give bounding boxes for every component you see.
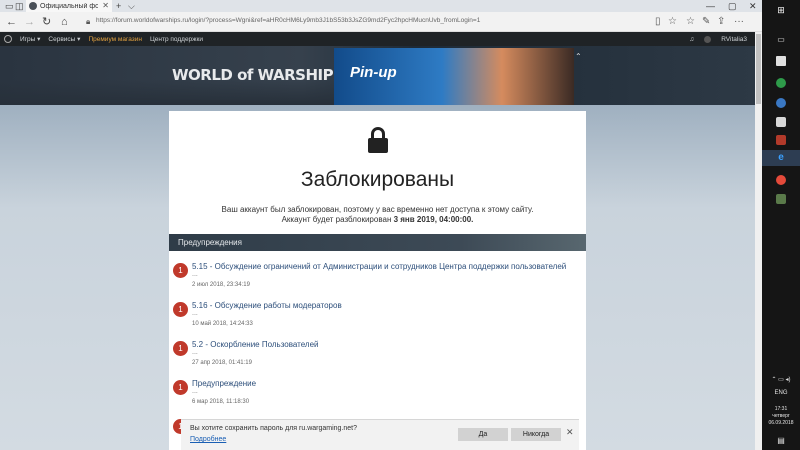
scrollbar-thumb[interactable] xyxy=(756,34,761,104)
language-indicator[interactable]: ENG xyxy=(762,390,800,396)
collapse-banner-icon[interactable]: ⌃ xyxy=(575,52,582,61)
close-prompt-icon[interactable]: ✕ xyxy=(566,427,574,438)
warning-link[interactable]: Предупреждение xyxy=(192,379,256,388)
notes-icon[interactable]: ✎ xyxy=(702,16,710,28)
clock-date: 06.09.2018 xyxy=(768,420,794,426)
forum-favicon-icon xyxy=(29,2,37,10)
close-window-icon[interactable]: ✕ xyxy=(749,0,757,12)
warning-date: 6 мар 2018, 11:18:30 xyxy=(192,399,250,405)
tab-title: Официальный форум xyxy=(40,2,98,10)
warning-date: 2 июл 2018, 23:34:19 xyxy=(192,282,250,288)
back-icon[interactable]: ← xyxy=(6,15,17,29)
warning-points-badge: 1 xyxy=(173,341,188,356)
tab-bar: ▭ ◫ Официальный форум ✕ + ⌵ — ▢ ✕ xyxy=(0,0,762,12)
warnings-header: Предупреждения xyxy=(169,234,586,251)
tab-preview-icon[interactable]: ▭ xyxy=(5,0,14,12)
save-password-never-button[interactable]: Никогда xyxy=(511,428,561,441)
save-password-prompt: Вы хотите сохранить пароль для ru.wargam… xyxy=(181,419,579,450)
action-center-icon[interactable]: ▤ xyxy=(762,436,800,445)
nav-support[interactable]: Центр поддержки xyxy=(150,36,203,43)
tabs-aside-icon[interactable]: ◫ xyxy=(15,0,24,12)
username[interactable]: RVitalia3 xyxy=(721,36,747,43)
forum-banner: WORLD of WARSHIPS Pin-up ⌃ xyxy=(0,46,755,105)
warning-link[interactable]: 5.2 - Оскорбление Пользователей xyxy=(192,340,319,349)
nav-services[interactable]: Сервисы ▾ xyxy=(48,35,80,43)
forward-icon[interactable]: → xyxy=(24,15,35,29)
list-item: 1 5.15 - Обсуждение ограничений от Админ… xyxy=(169,251,586,290)
warning-points-badge: 1 xyxy=(173,263,188,278)
minimize-icon[interactable]: — xyxy=(706,0,715,12)
share-icon[interactable]: ⇪ xyxy=(717,16,725,28)
address-bar: ← → ↻ ⌂ 🔒︎ https://forum.worldofwarships… xyxy=(0,12,762,32)
warning-points-badge: 1 xyxy=(173,380,188,395)
task-view-icon[interactable]: ▭ xyxy=(762,35,800,44)
clock-day: четверг xyxy=(772,413,790,419)
promo-logo: Pin-up xyxy=(350,64,397,81)
refresh-icon[interactable]: ↻ xyxy=(42,15,51,29)
list-item: 1 Предупреждение ... 6 мар 2018, 11:18:3… xyxy=(169,368,586,407)
padlock-icon xyxy=(368,127,388,153)
wows-logo[interactable]: WORLD of WARSHIPS xyxy=(172,66,344,84)
nav-user-area: ♫ RVitalia3 xyxy=(679,32,747,46)
tab-forum[interactable]: Официальный форум ✕ xyxy=(26,0,112,12)
warning-note: ... xyxy=(192,271,198,278)
documents-icon[interactable] xyxy=(776,117,786,127)
learn-more-link[interactable]: Подробнее xyxy=(190,436,226,443)
list-item: 1 5.2 - Оскорбление Пользователей ... 27… xyxy=(169,329,586,368)
new-tab-button[interactable]: + xyxy=(116,0,121,12)
steam-icon[interactable] xyxy=(776,98,786,108)
save-password-yes-button[interactable]: Да xyxy=(458,428,508,441)
tab-close-icon[interactable]: ✕ xyxy=(102,1,109,10)
save-password-question: Вы хотите сохранить пароль для ru.wargam… xyxy=(190,425,358,432)
lock-icon[interactable]: 🔒︎ xyxy=(86,16,90,28)
notifications-icon[interactable]: ♫ xyxy=(689,36,694,43)
warning-note: ... xyxy=(192,310,198,317)
edge-icon[interactable]: e xyxy=(762,152,800,163)
tab-list-icon[interactable]: ⌵ xyxy=(128,0,135,12)
more-icon[interactable]: ··· xyxy=(734,16,744,28)
chrome-icon[interactable] xyxy=(776,78,786,88)
list-item: 1 5.16 - Обсуждение работы модераторов .… xyxy=(169,290,586,329)
maximize-icon[interactable]: ▢ xyxy=(728,0,737,12)
game-app-icon[interactable] xyxy=(776,135,786,145)
warning-date: 27 апр 2018, 01:41:19 xyxy=(192,360,252,366)
wargaming-center-icon[interactable] xyxy=(776,194,786,204)
warning-note: ... xyxy=(192,388,198,395)
warning-date: 10 май 2018, 14:24:33 xyxy=(192,321,253,327)
file-explorer-icon[interactable] xyxy=(776,56,786,66)
blocked-card: Заблокированы Ваш аккаунт был заблокиров… xyxy=(169,111,586,234)
reading-view-icon[interactable]: ▯ xyxy=(655,16,661,28)
warning-note: ... xyxy=(192,349,198,356)
blocked-title: Заблокированы xyxy=(300,168,455,191)
warning-link[interactable]: 5.16 - Обсуждение работы модераторов xyxy=(192,301,342,310)
wargaming-logo-icon[interactable] xyxy=(4,35,12,43)
clock-time[interactable]: 17:31 xyxy=(762,406,800,412)
url-field[interactable]: https://forum.worldofwarships.ru/login/?… xyxy=(96,17,636,24)
unblock-date: Аккаунт будет разблокирован 3 янв 2019, … xyxy=(281,215,474,224)
nav-premium-shop[interactable]: Премиум магазин xyxy=(88,36,142,43)
tray-icons[interactable]: ⌃ ▭ ◂) xyxy=(762,376,800,383)
home-icon[interactable]: ⌂ xyxy=(61,15,68,29)
windows-start-icon[interactable]: ⊞ xyxy=(762,5,800,16)
favorite-star-icon[interactable]: ☆ xyxy=(668,16,677,28)
warning-points-badge: 1 xyxy=(173,302,188,317)
warning-link[interactable]: 5.15 - Обсуждение ограничений от Админис… xyxy=(192,262,566,271)
site-nav: Игры ▾ Сервисы ▾ Премиум магазин Центр п… xyxy=(0,32,755,46)
nav-games[interactable]: Игры ▾ xyxy=(20,35,40,43)
opera-icon[interactable] xyxy=(776,175,786,185)
avatar[interactable] xyxy=(704,35,712,43)
blocked-message: Ваш аккаунт был заблокирован, поэтому у … xyxy=(221,205,534,214)
favorites-hub-icon[interactable]: ☆ xyxy=(686,16,695,28)
